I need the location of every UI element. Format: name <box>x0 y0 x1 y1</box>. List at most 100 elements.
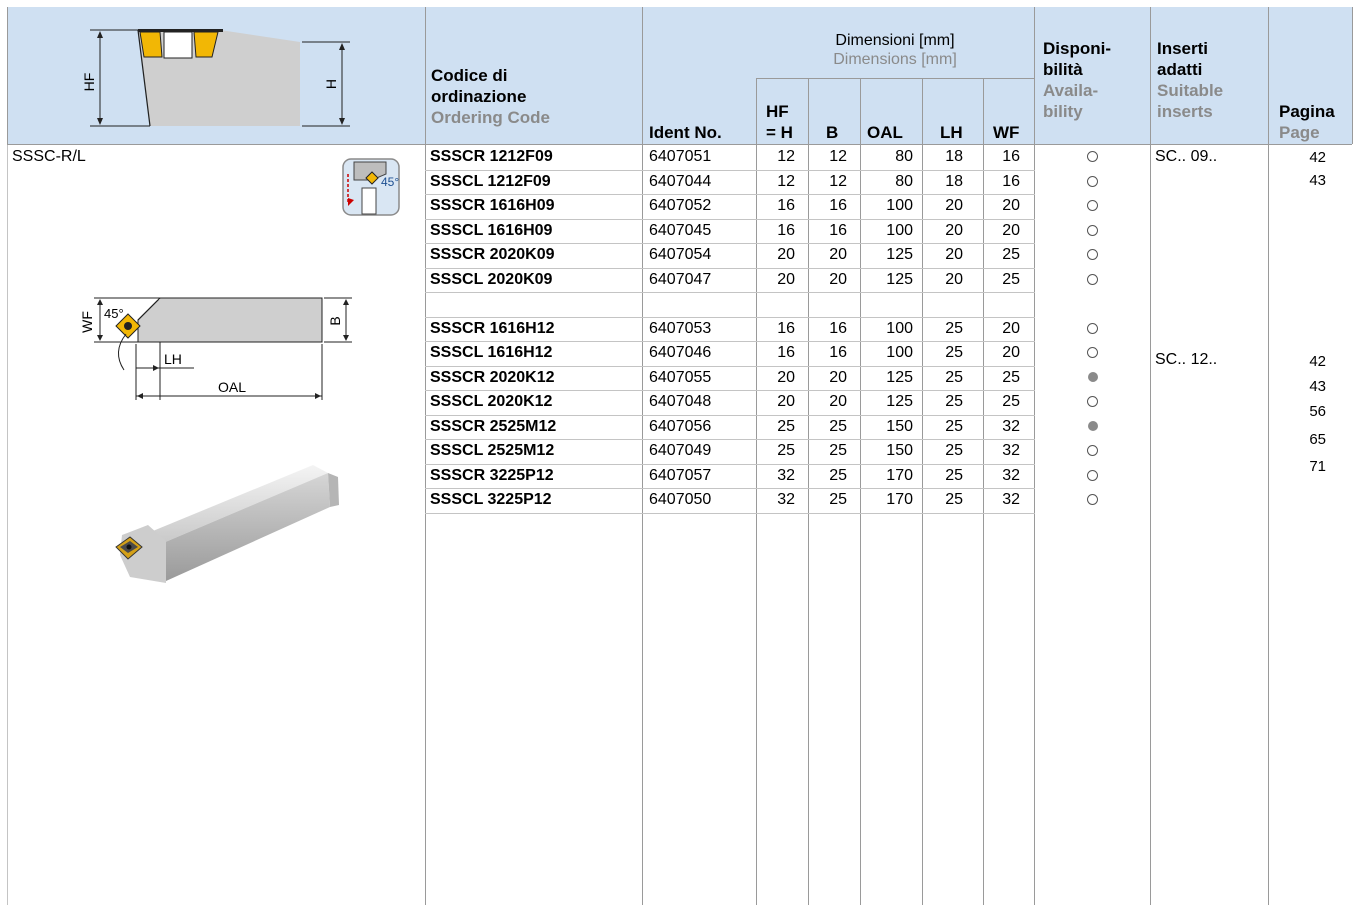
ident-no: 6407050 <box>649 491 712 508</box>
header-ordering-code: Codice di ordinazione Ordering Code <box>431 65 550 128</box>
availability-stock-icon <box>1087 372 1098 383</box>
dim-hf: 20 <box>777 270 795 288</box>
dim-hf: 12 <box>777 172 795 190</box>
dim-wf: 32 <box>1002 417 1020 435</box>
table-row: SSSCR 1616H09 6407052 16 16 100 20 20 <box>0 194 1352 218</box>
table-row: SSSCL 2020K12 6407048 20 20 125 25 25 <box>0 390 1352 414</box>
page-ref-4: 43 <box>1309 378 1326 395</box>
availability-indicator <box>1035 488 1150 512</box>
inserts-it-1: Inserti <box>1157 39 1209 58</box>
dim-wf: 32 <box>1002 442 1020 459</box>
availability-indicator <box>1035 317 1150 341</box>
dim-hf: 32 <box>777 491 795 508</box>
dim-hf: 16 <box>777 319 795 337</box>
avail-it-1: Disponi- <box>1043 39 1111 58</box>
table-row: SSSCL 1616H09 6407045 16 16 100 20 20 <box>0 219 1352 243</box>
dim-lh: 25 <box>945 393 963 410</box>
dim-wf: 32 <box>1002 491 1020 508</box>
dim-wf: 20 <box>1002 197 1020 214</box>
dim-oal: 150 <box>886 417 913 435</box>
ident-no: 6407057 <box>649 466 712 484</box>
dim-oal: 100 <box>886 319 913 337</box>
ident-no: 6407049 <box>649 442 712 459</box>
availability-open-icon <box>1087 322 1098 334</box>
dim-wf: 20 <box>1002 344 1020 361</box>
dim-oal: 170 <box>886 466 913 484</box>
dim-wf: 16 <box>1002 172 1020 190</box>
availability-open-icon <box>1087 469 1098 481</box>
ident-no: 6407044 <box>649 172 712 190</box>
availability-indicator <box>1035 268 1150 292</box>
dim-hf: 32 <box>777 466 795 484</box>
availability-indicator <box>1035 464 1150 488</box>
header-oal: OAL <box>867 123 903 142</box>
hf-label: HF <box>81 73 97 92</box>
dim-b: 12 <box>829 148 847 165</box>
table-row <box>0 292 1352 316</box>
table-row: SSSCR 3225P12 6407057 32 25 170 25 32 <box>0 464 1352 488</box>
dim-b: 25 <box>829 442 847 459</box>
ordering-code: SSSCL 2020K12 <box>430 393 553 410</box>
availability-indicator <box>1035 439 1150 463</box>
availability-indicator <box>1035 170 1150 194</box>
dim-wf: 25 <box>1002 246 1020 263</box>
avail-en-1: Availa- <box>1043 81 1099 100</box>
row-separator <box>425 513 1035 514</box>
header-hf-2: = H <box>766 123 793 142</box>
ident-no: 6407045 <box>649 221 712 239</box>
header-dimensions-title: Dimensioni [mm] Dimensions [mm] <box>756 31 1034 69</box>
ordering-code: SSSCL 1212F09 <box>430 172 551 190</box>
dim-oal: 80 <box>895 148 913 165</box>
availability-open-icon <box>1087 151 1098 163</box>
dim-oal: 125 <box>886 270 913 288</box>
header-hf-1: HF <box>766 102 789 121</box>
dim-lh: 20 <box>945 221 963 239</box>
dim-hf: 16 <box>777 221 795 239</box>
inserts-en-1: Suitable <box>1157 81 1224 100</box>
ordering-code: SSSCL 2525M12 <box>430 442 555 459</box>
col-line-0 <box>7 7 8 144</box>
dim-lh: 25 <box>945 368 963 386</box>
dim-hf: 25 <box>777 442 795 459</box>
availability-indicator <box>1035 219 1150 243</box>
dim-oal: 100 <box>886 221 913 239</box>
dim-b: 20 <box>829 270 847 288</box>
dim-b: 25 <box>829 417 847 435</box>
dim-b: 16 <box>829 319 847 337</box>
page-ref-5: 56 <box>1309 403 1326 420</box>
cross-section-drawing: HF H <box>81 29 350 127</box>
dim-hf: 25 <box>777 417 795 435</box>
page-ref-1: 42 <box>1309 149 1326 166</box>
dim-hf: 12 <box>777 148 795 165</box>
ordering-code: SSSCR 1616H12 <box>430 319 555 337</box>
availability-open-icon <box>1087 200 1098 212</box>
page-en: Page <box>1279 123 1320 142</box>
header-page: Pagina Page <box>1279 101 1335 143</box>
page-ref-2: 43 <box>1309 172 1326 189</box>
dim-oal: 100 <box>886 344 913 361</box>
page-ref-6: 65 <box>1309 431 1326 448</box>
dim-lh: 20 <box>945 197 963 214</box>
ident-no: 6407046 <box>649 344 712 361</box>
dim-b: 25 <box>829 491 847 508</box>
dims-divider <box>756 78 1034 79</box>
h-label: H <box>323 79 339 89</box>
ordering-code: SSSCR 2525M12 <box>430 417 557 435</box>
ordering-code: SSSCL 3225P12 <box>430 491 552 508</box>
ident-no: 6407051 <box>649 148 712 165</box>
availability-stock-icon <box>1087 421 1098 432</box>
ident-no: 6407053 <box>649 319 712 337</box>
header-availability: Disponi- bilità Availa- bility <box>1043 38 1111 122</box>
dim-lh: 25 <box>945 491 963 508</box>
dims-title-it: Dimensioni [mm] <box>835 32 955 49</box>
dim-b: 12 <box>829 172 847 190</box>
ident-no: 6407054 <box>649 246 712 263</box>
availability-indicator <box>1035 243 1150 267</box>
header-hf: HF = H <box>766 101 793 143</box>
header-code-en: Ordering Code <box>431 108 551 127</box>
dim-b: 16 <box>829 344 847 361</box>
dim-hf: 20 <box>777 368 795 386</box>
page-ref-3: 42 <box>1309 353 1326 370</box>
availability-open-icon <box>1087 494 1098 506</box>
page-ref-7: 71 <box>1309 458 1326 475</box>
